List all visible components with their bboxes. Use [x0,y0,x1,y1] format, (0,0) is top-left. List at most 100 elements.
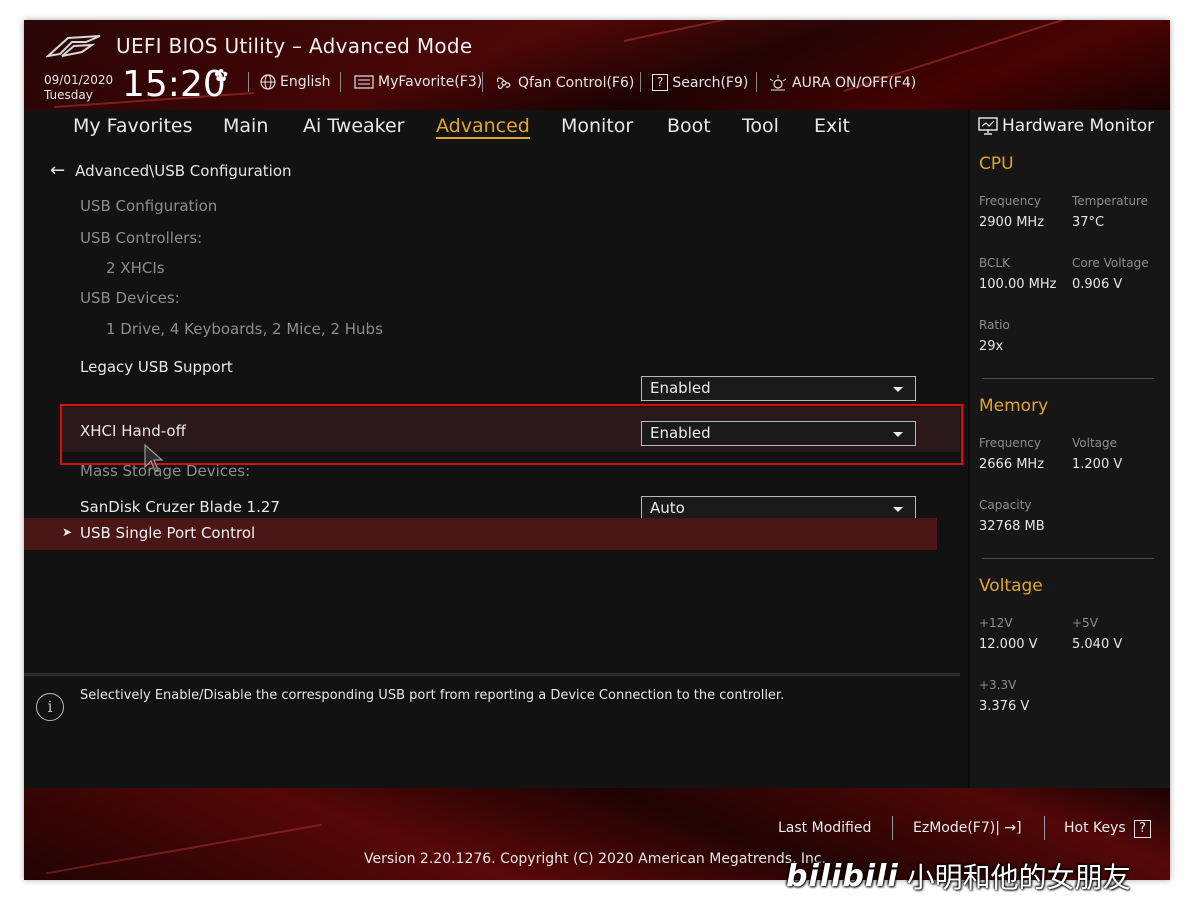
v33-value: 3.376 V [979,699,1030,714]
aura-light-icon [769,75,787,91]
qfan-button[interactable]: Qfan Control(F6) [494,74,634,92]
ezmode-button[interactable]: EzMode(F7)| →] [913,820,1022,836]
core-voltage-label: Core Voltage [1072,256,1149,270]
back-arrow-icon[interactable]: ← [50,160,65,181]
hardware-monitor-label: Hardware Monitor [1002,116,1155,136]
divider [756,72,757,92]
divider [1044,816,1045,840]
search-label: Search(F9) [672,74,749,91]
divider [640,72,641,92]
myfavorite-button[interactable]: MyFavorite(F3) [354,74,482,90]
usb-controllers-value: 2 XHCIs [106,259,165,277]
language-label: English [280,74,331,90]
annotation-highlight-box [60,404,963,465]
help-panel: i Selectively Enable/Disable the corresp… [24,673,960,788]
language-button[interactable]: English [260,74,331,90]
aura-button[interactable]: AURA ON/OFF(F4) [768,74,916,92]
legacy-usb-value: Enabled [650,379,711,397]
breadcrumb: ← Advanced\USB Configuration [50,160,292,181]
usb-devices-label: USB Devices: [80,289,180,307]
last-modified-button[interactable]: Last Modified [778,820,871,836]
help-text: Selectively Enable/Disable the correspon… [80,688,785,703]
mouse-cursor-icon [144,443,164,472]
usb-controllers-label: USB Controllers: [80,229,203,247]
tab-tool[interactable]: Tool [742,115,779,137]
divider [248,72,249,92]
usb-devices-value: 1 Drive, 4 Keyboards, 2 Mice, 2 Hubs [106,320,383,338]
header-bar: UEFI BIOS Utility – Advanced Mode 09/01/… [24,20,1170,110]
cpu-temperature-value: 37°C [1072,215,1105,230]
v5-value: 5.040 V [1072,637,1123,652]
date-display: 09/01/2020 Tuesday [44,73,113,103]
section-divider [982,378,1154,379]
help-key-icon: ? [1134,820,1152,838]
cpu-heading: CPU [979,154,1014,174]
bilibili-logo: bilibili [786,858,899,894]
bclk-value: 100.00 MHz [979,277,1057,292]
bclk-label: BCLK [979,256,1010,270]
chevron-down-icon [893,507,903,512]
ratio-label: Ratio [979,318,1010,332]
settings-panel: ← Advanced\USB Configuration USB Configu… [24,145,963,665]
favorite-list-icon [354,75,374,89]
hot-keys-label: Hot Keys [1064,820,1126,836]
submenu-arrow-icon: ➤ [62,525,73,539]
decor-streak [623,20,918,42]
hot-keys-button[interactable]: Hot Keys ? [1064,820,1152,838]
memory-frequency-value: 2666 MHz [979,457,1045,472]
rog-logo-icon [46,35,101,58]
tab-ai-tweaker[interactable]: Ai Tweaker [303,115,404,137]
usb-configuration-heading: USB Configuration [80,197,218,215]
exit-arrow-icon: →] [1004,820,1022,836]
date-text: 09/01/2020 [44,73,114,87]
voltage-heading: Voltage [979,576,1043,596]
aura-label: AURA ON/OFF(F4) [792,75,917,91]
core-voltage-value: 0.906 V [1072,277,1123,292]
cpu-frequency-value: 2900 MHz [979,215,1045,230]
v12-value: 12.000 V [979,637,1038,652]
hardware-monitor-panel: Hardware Monitor CPU Frequency Temperatu… [968,110,1170,788]
cpu-temperature-label: Temperature [1072,194,1149,208]
legacy-usb-label: Legacy USB Support [80,358,233,376]
myfavorite-label: MyFavorite(F3) [378,74,483,90]
bios-screen: UEFI BIOS Utility – Advanced Mode 09/01/… [24,20,1170,880]
hardware-monitor-title: Hardware Monitor [978,116,1154,136]
globe-icon [260,74,276,90]
main-tab-bar: My Favorites Main Ai Tweaker Advanced Mo… [24,110,960,145]
divider [482,72,483,92]
divider [892,816,893,840]
divider [340,72,341,92]
tab-advanced[interactable]: Advanced [436,115,530,139]
tab-my-favorites[interactable]: My Favorites [73,115,193,137]
tab-monitor[interactable]: Monitor [561,115,633,137]
clock: 15:20 [122,64,226,105]
search-button[interactable]: ? Search(F9) [652,74,748,91]
legacy-usb-dropdown[interactable]: Enabled [641,376,916,401]
tab-main[interactable]: Main [223,115,268,137]
memory-frequency-label: Frequency [979,436,1041,450]
decor-streak [45,823,323,875]
info-icon: i [36,693,64,721]
search-help-icon: ? [652,74,669,91]
ezmode-label: EzMode(F7)| [913,820,1000,836]
fan-icon [496,77,511,89]
section-divider [982,558,1154,559]
ratio-value: 29x [979,339,1004,354]
usb-single-port-label: USB Single Port Control [80,524,256,542]
version-text: Version 2.20.1276. Copyright (C) 2020 Am… [364,851,827,867]
cpu-frequency-label: Frequency [979,194,1041,208]
usb-single-port-control-item[interactable]: ➤ USB Single Port Control [24,518,937,550]
mass-storage-label: Mass Storage Devices: [80,462,251,480]
tab-exit[interactable]: Exit [814,115,850,137]
tab-boot[interactable]: Boot [667,115,711,137]
qfan-label: Qfan Control(F6) [518,75,635,91]
breadcrumb-path: Advanced\USB Configuration [75,161,292,180]
memory-heading: Memory [979,396,1049,416]
watermark-text: 小明和他的女朋友 [906,861,1131,894]
sandisk-value: Auto [650,499,685,517]
gear-icon[interactable]: ✿ [214,66,228,86]
memory-voltage-label: Voltage [1072,436,1118,450]
v12-label: +12V [979,616,1013,630]
memory-voltage-value: 1.200 V [1072,457,1123,472]
v5-label: +5V [1072,616,1098,630]
